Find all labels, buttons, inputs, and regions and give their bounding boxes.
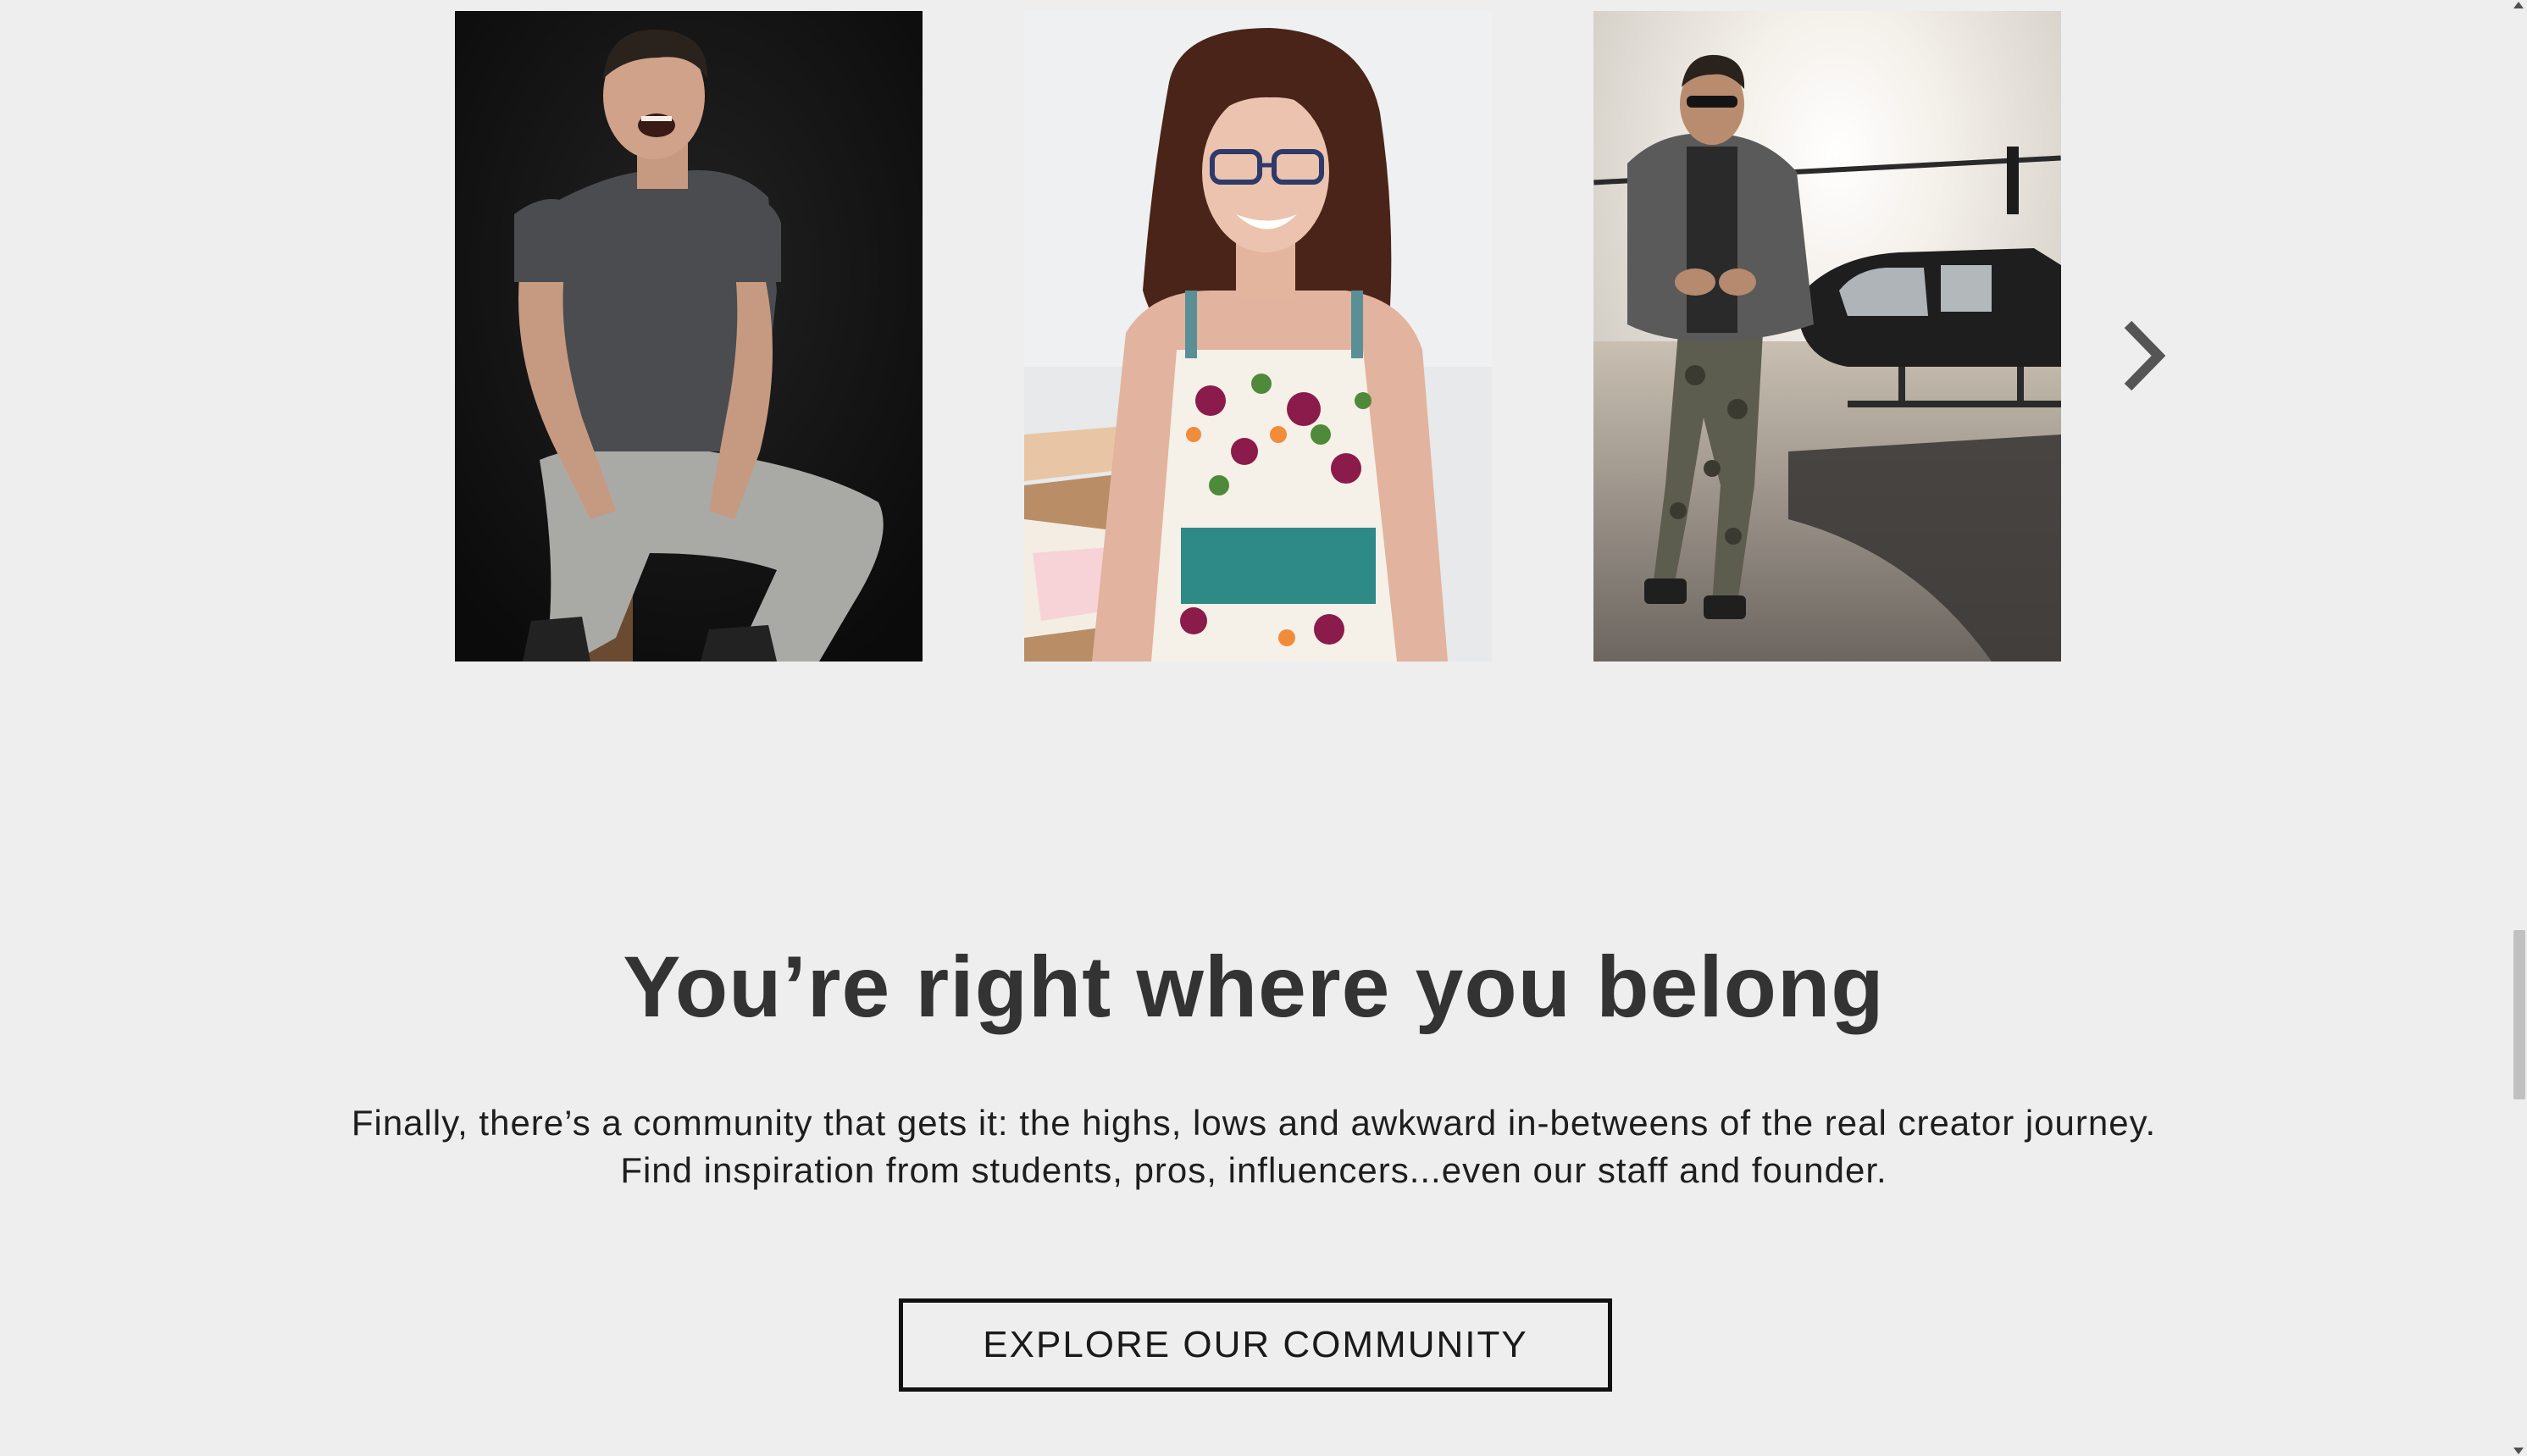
- man-helicopter-photo-image: [1593, 11, 2061, 662]
- scroll-down-arrow-icon[interactable]: [2513, 1448, 2524, 1454]
- explore-community-button[interactable]: EXPLORE OUR COMMUNITY: [899, 1298, 1612, 1392]
- carousel-next-button[interactable]: [2109, 313, 2177, 398]
- woman-smiling-photo-image: [1024, 11, 1492, 662]
- scroll-up-arrow-icon[interactable]: [2513, 2, 2524, 8]
- photo-carousel: [0, 0, 2527, 678]
- page-scrollbar[interactable]: [2508, 0, 2527, 1456]
- community-headline: You’re right where you belong: [623, 938, 1885, 1035]
- chevron-right-icon: [2124, 320, 2166, 391]
- carousel-photo-woman-smiling[interactable]: [1024, 11, 1492, 662]
- carousel-photo-man-helicopter[interactable]: [1593, 11, 2061, 662]
- scrollbar-thumb[interactable]: [2513, 930, 2525, 1099]
- carousel-photo-man-laughing[interactable]: [455, 11, 923, 662]
- man-laughing-photo-image: [455, 11, 923, 662]
- community-description: Finally, there’s a community that gets i…: [351, 1103, 2157, 1190]
